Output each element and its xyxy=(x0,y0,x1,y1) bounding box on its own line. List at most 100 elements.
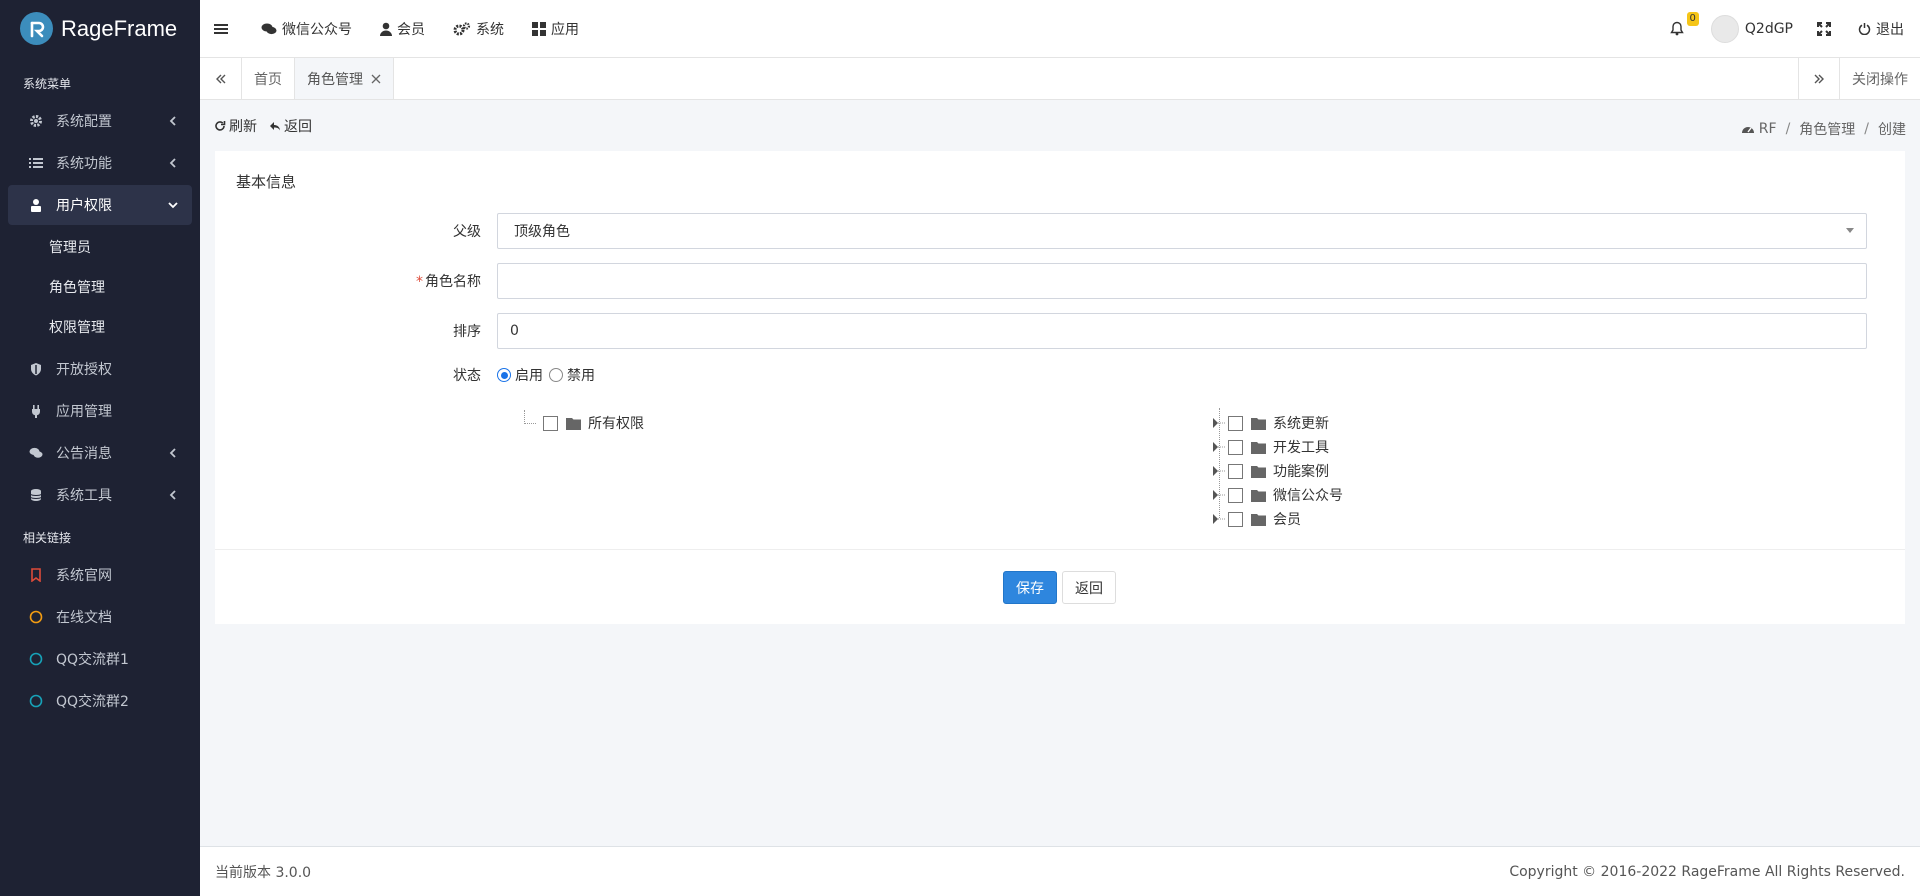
save-button[interactable]: 保存 xyxy=(1003,571,1057,604)
sidebar-subitem-permissions[interactable]: 权限管理 xyxy=(0,307,200,347)
circle-icon xyxy=(28,693,44,709)
tree-checkbox[interactable] xyxy=(1228,415,1243,431)
grid-icon xyxy=(532,21,546,36)
sidebar-link-qq1[interactable]: QQ交流群1 xyxy=(8,639,192,679)
tree-checkbox[interactable] xyxy=(1228,511,1243,527)
caret-right-icon[interactable] xyxy=(1212,511,1228,527)
sidebar-subitem-admins[interactable]: 管理员 xyxy=(0,227,200,267)
tab-role-management[interactable]: 角色管理 xyxy=(295,58,394,99)
nav-label: 会员 xyxy=(397,21,425,38)
breadcrumb-item[interactable]: RF xyxy=(1759,121,1777,137)
tree-node-label: 微信公众号 xyxy=(1273,488,1343,504)
circle-icon xyxy=(28,651,44,667)
close-operations-button[interactable]: 关闭操作 xyxy=(1840,58,1920,99)
sidebar-item-open-auth[interactable]: 开放授权 xyxy=(8,349,192,389)
folder-icon xyxy=(1251,513,1266,526)
tree-right-node: 功能案例 xyxy=(1212,461,1329,481)
nav-wechat[interactable]: 微信公众号 xyxy=(247,0,366,58)
tree-checkbox[interactable] xyxy=(1228,463,1243,479)
caret-right-icon[interactable] xyxy=(1212,415,1228,431)
top-navbar: 微信公众号 会员 系统 应用 0 Q2dGP 退出 xyxy=(200,0,1920,58)
nav-system[interactable]: 系统 xyxy=(439,0,518,58)
breadcrumb-item-current: 创建 xyxy=(1878,122,1906,138)
copyright-text: Copyright © 2016-2022 RageFrame All Righ… xyxy=(1509,863,1905,880)
sidebar-item-system-tools[interactable]: 系统工具 xyxy=(8,475,192,515)
breadcrumb: RF / 角色管理 / 创建 xyxy=(1741,119,1906,139)
sidebar-item-system-functions[interactable]: 系统功能 xyxy=(8,143,192,183)
sidebar-item-label: 应用管理 xyxy=(56,404,112,420)
caret-right-icon[interactable] xyxy=(1212,463,1228,479)
folder-icon xyxy=(1251,441,1266,454)
tree-checkbox[interactable] xyxy=(1228,439,1243,455)
sidebar: RageFrame 系统菜单 系统配置 系统功能 用户权限 管理员 角色管理 权… xyxy=(0,0,200,896)
radio-label: 启用 xyxy=(515,368,543,384)
tree-right-node: 开发工具 xyxy=(1212,437,1329,457)
tree-checkbox[interactable] xyxy=(1228,487,1243,503)
expand-icon xyxy=(1817,21,1831,36)
status-radio-disabled[interactable]: 禁用 xyxy=(549,365,595,385)
sidebar-link-qq2[interactable]: QQ交流群2 xyxy=(8,681,192,721)
sidebar-link-docs[interactable]: 在线文档 xyxy=(8,597,192,637)
circle-icon xyxy=(28,609,44,625)
sidebar-link-official-site[interactable]: 系统官网 xyxy=(8,555,192,595)
parent-select-value: 顶级角色 xyxy=(514,224,570,240)
user-lock-icon xyxy=(28,197,44,213)
sidebar-item-label: 开放授权 xyxy=(56,362,112,378)
form-row-parent: 父级 顶级角色 xyxy=(215,213,1867,249)
cogs-icon xyxy=(453,21,471,35)
menu-toggle-button[interactable] xyxy=(200,0,247,58)
sidebar-item-system-config[interactable]: 系统配置 xyxy=(8,101,192,141)
caret-right-icon[interactable] xyxy=(1212,439,1228,455)
logout-button[interactable]: 退出 xyxy=(1852,0,1920,58)
required-marker: * xyxy=(416,274,423,290)
form-row-status: 状态 启用 禁用 xyxy=(215,365,601,385)
sidebar-subitem-roles[interactable]: 角色管理 xyxy=(0,267,200,307)
tree-checkbox[interactable] xyxy=(543,415,558,431)
tab-home[interactable]: 首页 xyxy=(242,58,295,99)
tabs-scroll-right-button[interactable] xyxy=(1798,58,1840,99)
sidebar-link-label: QQ交流群2 xyxy=(56,694,129,710)
radio-dot xyxy=(497,368,511,382)
refresh-button[interactable]: 刷新 xyxy=(214,116,257,136)
tabs-scroll-left-button[interactable] xyxy=(200,58,242,99)
brand[interactable]: RageFrame xyxy=(0,0,200,57)
gear-icon xyxy=(28,113,44,129)
dashboard-icon xyxy=(1741,127,1754,133)
user-menu[interactable]: Q2dGP xyxy=(1709,0,1801,58)
breadcrumb-item[interactable]: 角色管理 xyxy=(1799,119,1855,139)
nav-apps[interactable]: 应用 xyxy=(518,0,593,58)
sort-input[interactable]: 0 xyxy=(497,313,1867,349)
tab-label: 角色管理 xyxy=(307,71,363,88)
database-icon xyxy=(28,487,44,503)
sidebar-item-notices[interactable]: 公告消息 xyxy=(8,433,192,473)
chevron-left-icon xyxy=(169,116,176,126)
role-name-label: * 角色名称 xyxy=(215,271,497,291)
sidebar-item-label: 系统功能 xyxy=(56,156,112,172)
comments-icon xyxy=(261,23,277,34)
breadcrumb-separator: / xyxy=(1785,121,1791,137)
close-icon[interactable] xyxy=(371,74,381,84)
back-link[interactable]: 返回 xyxy=(269,116,312,136)
status-radio-enabled[interactable]: 启用 xyxy=(497,365,543,385)
avatar xyxy=(1710,14,1739,43)
sidebar-item-user-permissions[interactable]: 用户权限 xyxy=(8,185,192,225)
caret-right-icon[interactable] xyxy=(1212,487,1228,503)
role-name-input[interactable] xyxy=(497,263,1867,299)
card-footer: 保存 返回 xyxy=(215,549,1905,624)
reply-icon xyxy=(270,122,280,131)
fullscreen-button[interactable] xyxy=(1801,0,1852,58)
sidebar-item-label: 用户权限 xyxy=(56,198,112,214)
sidebar-link-label: 系统官网 xyxy=(56,568,112,584)
nav-label: 系统 xyxy=(476,21,504,38)
parent-select[interactable]: 顶级角色 xyxy=(497,213,1867,249)
nav-member[interactable]: 会员 xyxy=(366,0,439,58)
role-name-label-text: 角色名称 xyxy=(425,274,481,290)
notifications-button[interactable]: 0 xyxy=(1650,0,1709,58)
sidebar-item-label: 公告消息 xyxy=(56,446,112,462)
comments-icon xyxy=(28,445,44,461)
folder-icon xyxy=(1251,489,1266,502)
back-button[interactable]: 返回 xyxy=(1062,571,1116,604)
caret-down-icon xyxy=(1846,228,1854,233)
sidebar-item-app-manage[interactable]: 应用管理 xyxy=(8,391,192,431)
page-toolbar: 刷新 返回 xyxy=(214,116,324,136)
